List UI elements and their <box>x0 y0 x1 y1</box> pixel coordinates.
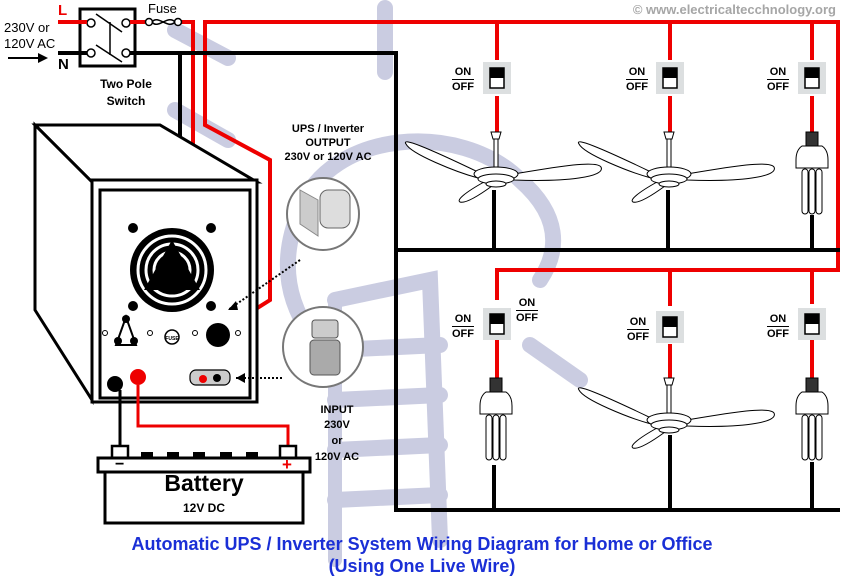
input-connector <box>189 369 231 386</box>
diagram-title-line2: (Using One Live Wire) <box>328 556 516 576</box>
switch-label-bottom-1: ON OFF <box>452 313 474 340</box>
fuse-badge: FUSE <box>165 336 179 342</box>
output-label-line1: UPS / Inverter <box>291 123 365 135</box>
ceiling-fans <box>404 131 775 449</box>
switch-label-top-2: ON OFF <box>626 66 648 93</box>
input-label-line2: 230V <box>324 419 350 431</box>
switch-bottom-1[interactable] <box>483 308 511 340</box>
ceiling-fan-icon <box>577 131 775 203</box>
switch-bottom-2[interactable] <box>656 311 684 343</box>
neutral-label: N <box>58 56 69 73</box>
switch-label-bottom-1-ghost: ON OFF <box>516 297 538 324</box>
input-label-line3: or <box>331 435 343 447</box>
cfl-bulb-icon <box>795 377 829 461</box>
battery-negative-sign: − <box>115 456 125 473</box>
switch-label-bottom-3: ON OFF <box>767 313 789 340</box>
fuse-holder: FUSE <box>164 329 180 345</box>
output-label-line3: 230V or 120V AC <box>284 151 372 163</box>
switch-label-bottom-2: ON OFF <box>627 316 649 343</box>
battery-rating: 12V DC <box>182 501 226 515</box>
switch-label-line1: Two Pole <box>100 77 152 91</box>
supply-voltage-line2: 120V AC <box>4 36 56 51</box>
cfl-bulb-icon <box>795 131 829 215</box>
live-label: L <box>58 2 68 19</box>
switch-label-top-1: ON OFF <box>452 66 474 93</box>
fuse-label: Fuse <box>148 1 177 16</box>
fuse-icon <box>144 17 183 27</box>
switch-top-1[interactable] <box>483 62 511 94</box>
supply-voltage-line1: 230V or <box>4 20 50 35</box>
input-label-line1: INPUT <box>320 404 354 416</box>
input-label-line4: 120V AC <box>314 451 360 463</box>
cfl-bulb-icon <box>479 377 513 461</box>
output-terminal <box>206 323 230 347</box>
supply-arrow-icon <box>8 53 48 63</box>
ups-inverter-unit: FUSE <box>31 121 263 406</box>
diagram-title-line1: Automatic UPS / Inverter System Wiring D… <box>131 534 713 554</box>
battery-negative-terminal <box>107 376 123 392</box>
ceiling-fan-icon <box>577 377 775 449</box>
switch-bottom-3[interactable] <box>798 308 826 340</box>
two-pole-switch <box>78 7 137 68</box>
battery-positive-sign: + <box>282 455 292 474</box>
output-label-line2: OUTPUT <box>305 137 351 149</box>
battery-positive-terminal <box>130 369 146 385</box>
switch-top-2[interactable] <box>656 62 684 94</box>
battery-label: Battery <box>164 470 244 496</box>
switch-label-top-3: ON OFF <box>767 66 789 93</box>
switch-label-line2: Switch <box>106 94 146 108</box>
watermark-text: © www.electricaltecchnology.org <box>632 2 836 17</box>
switch-top-3[interactable] <box>798 62 826 94</box>
